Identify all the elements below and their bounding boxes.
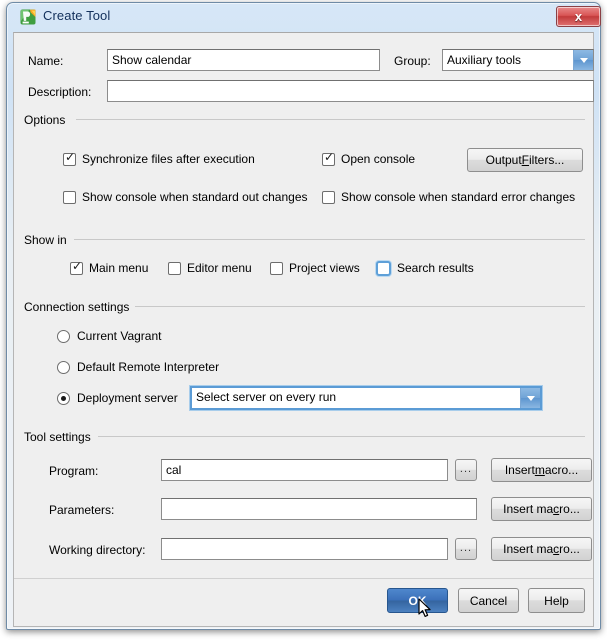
description-label: Description: (28, 85, 92, 99)
checkbox-synchronize-files[interactable]: ✓ (63, 150, 76, 166)
name-input[interactable]: Show calendar (107, 49, 380, 71)
show-in-group-rule (74, 239, 585, 240)
dialog-client-area: Name: Show calendar Group: Auxiliary too… (13, 32, 594, 627)
options-group-legend: Options (24, 113, 72, 127)
macro-pre: Insert (504, 463, 535, 477)
group-combobox-value: Auxiliary tools (447, 53, 522, 67)
chevron-down-icon[interactable] (520, 388, 540, 408)
footer-separator (14, 578, 593, 579)
group-label: Group: (394, 54, 431, 68)
checkbox-show-console-stdout-label: Show console when standard out changes (82, 190, 308, 204)
tool-settings-group-rule (98, 436, 585, 437)
chevron-down-icon[interactable] (573, 50, 593, 70)
program-input[interactable]: cal (161, 459, 448, 481)
radio-current-vagrant-label: Current Vagrant (77, 329, 162, 343)
show-in-group-legend: Show in (24, 233, 73, 247)
checkbox-show-console-stdout[interactable] (63, 191, 76, 204)
checkbox-main-menu[interactable]: ✓ (70, 259, 83, 275)
connection-settings-group-legend: Connection settings (24, 300, 136, 314)
checkbox-editor-menu[interactable] (168, 262, 181, 275)
program-browse-button[interactable]: ... (455, 459, 477, 481)
create-tool-dialog-window: Create Tool x Name: Show calendar Group:… (0, 0, 607, 641)
checkbox-open-console-label: Open console (341, 152, 416, 166)
program-insert-macro-button[interactable]: Insert m acro... (491, 458, 592, 482)
macro-pre: Insert ma (503, 542, 554, 556)
close-icon: x (574, 9, 583, 24)
close-button[interactable]: x (556, 6, 601, 27)
output-filters-post: ilters... (529, 153, 565, 167)
title-bar: Create Tool x (7, 3, 601, 31)
output-filters-button[interactable]: Output Filters... (467, 148, 583, 172)
working-directory-browse-button[interactable]: ... (455, 538, 477, 560)
ok-button[interactable]: OK (387, 588, 448, 613)
name-label: Name: (28, 54, 64, 68)
deployment-server-combobox[interactable]: Select server on every run (190, 386, 542, 410)
checkbox-search-results-label: Search results (397, 261, 474, 275)
description-input[interactable] (107, 80, 594, 102)
parameters-input[interactable] (161, 498, 477, 520)
help-button[interactable]: Help (528, 588, 585, 613)
output-filters-pre: Output (485, 153, 522, 167)
checkbox-main-menu-label: Main menu (89, 261, 149, 275)
checkbox-project-views[interactable] (270, 262, 283, 275)
checkbox-open-console[interactable]: ✓ (322, 150, 335, 166)
radio-deployment-server-label: Deployment server (77, 391, 178, 405)
checkbox-project-views-label: Project views (289, 261, 360, 275)
group-combobox[interactable]: Auxiliary tools (442, 49, 594, 71)
checkbox-synchronize-files-label: Synchronize files after execution (82, 152, 255, 166)
checkbox-show-console-stderr[interactable] (322, 191, 335, 204)
parameters-insert-macro-button[interactable]: Insert ma c ro... (491, 497, 592, 521)
working-directory-insert-macro-button[interactable]: Insert ma c ro... (491, 537, 592, 561)
working-directory-label: Working directory: (49, 543, 146, 557)
check-icon: ✓ (65, 150, 76, 164)
working-directory-input[interactable] (161, 538, 448, 560)
macro-post: acro... (544, 463, 579, 477)
check-icon: ✓ (324, 150, 335, 164)
checkbox-search-results[interactable] (376, 261, 391, 276)
options-group-rule (76, 119, 585, 120)
program-label: Program: (49, 464, 99, 478)
radio-selected-dot-icon (61, 396, 66, 401)
macro-post: ro... (559, 542, 580, 556)
window-title: Create Tool (43, 8, 111, 23)
output-filters-mnemonic: F (521, 153, 530, 167)
macro-mnemonic: m (534, 463, 545, 477)
checkbox-show-console-stderr-label: Show console when standard error changes (341, 190, 576, 204)
radio-default-remote-interpreter-label: Default Remote Interpreter (77, 360, 220, 374)
connection-settings-group-rule (127, 306, 585, 307)
pycharm-logo-icon (20, 9, 36, 25)
radio-current-vagrant[interactable] (57, 330, 70, 343)
check-icon: ✓ (72, 259, 83, 273)
radio-default-remote-interpreter[interactable] (57, 361, 70, 374)
tool-settings-group-legend: Tool settings (24, 430, 97, 444)
checkbox-editor-menu-label: Editor menu (187, 261, 252, 275)
macro-pre: Insert ma (503, 502, 554, 516)
macro-post: ro... (559, 502, 580, 516)
parameters-label: Parameters: (49, 503, 115, 517)
deployment-server-combobox-value: Select server on every run (196, 390, 337, 404)
cancel-button[interactable]: Cancel (458, 588, 519, 613)
radio-deployment-server[interactable] (57, 392, 70, 405)
